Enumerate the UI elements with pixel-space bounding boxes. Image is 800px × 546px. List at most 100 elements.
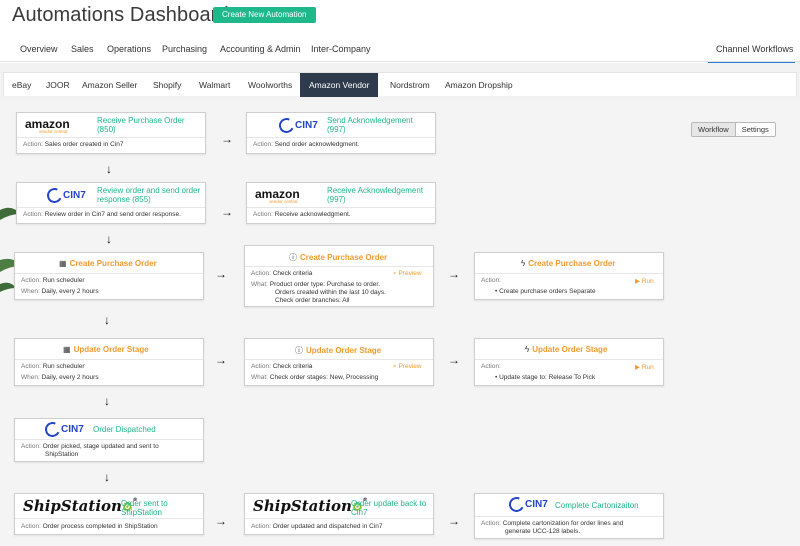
card-bullet: • Update stage to: Release To Pick: [495, 374, 596, 381]
tab-purchasing[interactable]: Purchasing: [162, 44, 207, 54]
run-label: Run: [641, 278, 654, 285]
action-label: Action:: [21, 363, 41, 370]
settings-view-button[interactable]: Settings: [736, 123, 775, 136]
workflow-card-receive-po[interactable]: amazon vendor central Receive Purchase Or…: [16, 112, 206, 154]
cin7-logo-text: CIN7: [61, 424, 84, 435]
arrow-right-icon: →: [215, 353, 227, 367]
workflow-card-update-stage-scheduler[interactable]: ▦ Update Order Stage Action: Run schedule…: [14, 338, 204, 386]
what-label: What:: [251, 281, 268, 288]
shipstation-logo-text: ShipStation: [23, 497, 122, 515]
preview-link[interactable]: ⌕ Preview: [393, 363, 422, 371]
workflow-canvas: [0, 101, 800, 546]
workflow-card-send-ack[interactable]: CIN7 Send Acknowledgement (997) Action: …: [246, 112, 436, 154]
card-title: Receive Acknowledgement (997): [327, 186, 424, 204]
channel-tab-woolworths[interactable]: Woolworths: [248, 80, 292, 90]
card-title-text: Create Purchase Order: [69, 259, 157, 268]
preview-link[interactable]: ⌕ Preview: [393, 270, 422, 278]
cin7-logo: CIN7: [506, 494, 548, 515]
workflow-card-update-stage-criteria[interactable]: ⓘ Update Order Stage Action: Check criter…: [244, 338, 434, 386]
arrow-down-icon: ↓: [104, 394, 110, 408]
cin7-logo: CIN7: [44, 185, 86, 206]
channel-tab-nordstrom[interactable]: Nordstrom: [390, 80, 430, 90]
action-label: Action:: [23, 141, 43, 148]
calendar-icon: ▦: [59, 259, 67, 268]
card-action: Receive acknowledgment.: [274, 211, 351, 218]
card-action: Order process completed in ShipStation: [42, 523, 158, 530]
arrow-right-icon: →: [215, 267, 227, 281]
arrow-down-icon: ↓: [104, 470, 110, 484]
card-bullet-text: Update stage to: Release To Pick: [499, 374, 596, 381]
card-title: ▦ Update Order Stage: [63, 345, 149, 354]
workflow-card-order-dispatched[interactable]: CIN7 Order Dispatched Action: Order pick…: [14, 418, 204, 462]
tab-overview[interactable]: Overview: [20, 44, 58, 54]
arrow-down-icon: ↓: [106, 162, 112, 176]
channel-tab-amazon-dropship[interactable]: Amazon Dropship: [445, 80, 513, 90]
arrow-down-icon: ↓: [104, 313, 110, 327]
cin7-logo-text: CIN7: [525, 499, 548, 510]
cin7-ring-icon: [506, 494, 527, 515]
create-automation-button[interactable]: Create New Automation: [213, 7, 316, 23]
card-title: Send Acknowledgement (997): [327, 116, 413, 134]
channel-tab-ebay[interactable]: eBay: [12, 80, 31, 90]
card-title: Receive Purchase Order (850): [97, 116, 185, 134]
cin7-logo: CIN7: [42, 419, 84, 440]
preview-label: Preview: [398, 270, 422, 277]
card-title: ⓘ Update Order Stage: [295, 345, 381, 356]
workflow-card-complete-cartonization[interactable]: CIN7 Complete Cartonizaiton Action: Comp…: [474, 493, 664, 539]
card-title: Complete Cartonizaiton: [555, 501, 639, 510]
cin7-ring-icon: [42, 419, 63, 440]
card-title-text: Create Purchase Order: [528, 259, 616, 268]
card-action: Check criteria: [272, 270, 313, 277]
card-bullet: • Create purchase orders Separate: [495, 288, 596, 295]
cin7-logo-text: CIN7: [295, 120, 318, 131]
action-label: Action:: [21, 443, 41, 450]
action-label: Action:: [481, 277, 501, 284]
channel-tab-amazon-vendor[interactable]: Amazon Vendor: [300, 73, 379, 97]
play-icon: ▶: [635, 364, 640, 371]
card-action: Review order in Cin7 and send order resp…: [44, 211, 181, 218]
channel-tab-walmart[interactable]: Walmart: [199, 80, 230, 90]
action-label: Action:: [21, 523, 41, 530]
card-title: Order sent to ShipStation: [121, 499, 168, 517]
workflow-card-create-po-scheduler[interactable]: ▦ Create Purchase Order Action: Run sched…: [14, 252, 204, 300]
run-button[interactable]: ▶ Run: [635, 363, 654, 371]
run-button[interactable]: ▶ Run: [635, 277, 654, 285]
workflow-card-order-update-cin7[interactable]: ShipStation⚙® Order update back to Cin7 …: [244, 493, 434, 535]
card-bullet-text: Create purchase orders Separate: [499, 288, 596, 295]
card-action: Send order acknowledgment.: [274, 141, 360, 148]
channel-tab-amazon-seller[interactable]: Amazon Seller: [82, 80, 137, 90]
card-title-text: Update Order Stage: [532, 345, 608, 354]
card-when: Daily, every 2 hours: [41, 374, 99, 381]
tab-sales[interactable]: Sales: [71, 44, 94, 54]
shipstation-logo-text: ShipStation: [253, 497, 352, 515]
cin7-logo: CIN7: [276, 115, 318, 136]
workflow-card-review-order[interactable]: CIN7 Review order and send order respons…: [16, 182, 206, 224]
channel-tab-joor[interactable]: JOOR: [46, 80, 70, 90]
what-label: What:: [251, 374, 268, 381]
card-title-text: Update Order Stage: [73, 345, 149, 354]
card-title: ϟ Create Purchase Order: [521, 259, 615, 268]
preview-label: Preview: [398, 363, 422, 370]
when-label: When:: [21, 288, 40, 295]
tab-operations[interactable]: Operations: [107, 44, 151, 54]
action-label: Action:: [21, 277, 41, 284]
search-icon: ⌕: [393, 363, 397, 370]
workflow-card-update-stage-run[interactable]: ϟ Update Order Stage Action: ▶ Run • Upda…: [474, 338, 664, 386]
tab-accounting-admin[interactable]: Accounting & Admin: [220, 44, 301, 54]
arrow-right-icon: →: [448, 514, 460, 528]
arrow-right-icon: →: [448, 353, 460, 367]
top-nav: Overview Sales Operations Purchasing Acc…: [0, 36, 800, 64]
channel-tab-shopify[interactable]: Shopify: [153, 80, 181, 90]
workflow-card-receive-ack[interactable]: amazon vendor central Receive Acknowledge…: [246, 182, 436, 224]
tab-inter-company[interactable]: Inter-Company: [311, 44, 371, 54]
workflow-card-create-po-run[interactable]: ϟ Create Purchase Order Action: ▶ Run • C…: [474, 252, 664, 300]
workflow-view-button[interactable]: Workflow: [692, 123, 736, 136]
card-what-line-2: Orders created within the last 10 days.: [275, 289, 386, 296]
page-title: Automations Dashboard: [12, 4, 229, 26]
workflow-card-create-po-criteria[interactable]: ⓘ Create Purchase Order Action: Check cri…: [244, 245, 434, 307]
card-what: Product order type: Purchase to order.: [269, 281, 380, 288]
cin7-logo-text: CIN7: [63, 190, 86, 201]
tab-channel-workflows[interactable]: Channel Workflows: [708, 44, 796, 64]
run-label: Run: [641, 364, 654, 371]
workflow-card-order-sent-shipstation[interactable]: ShipStation⚙® Order sent to ShipStation …: [14, 493, 204, 535]
